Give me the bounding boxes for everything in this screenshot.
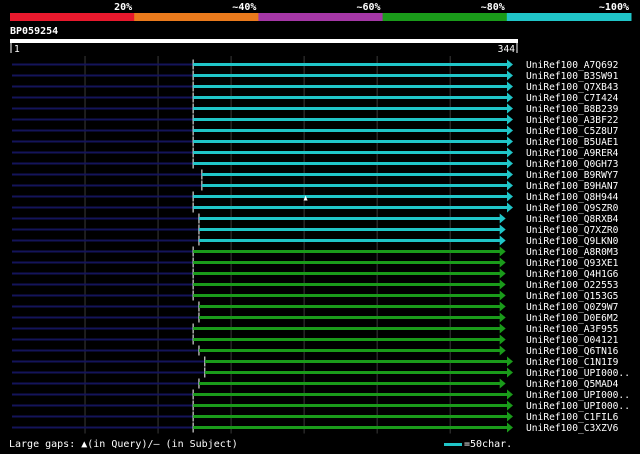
hit-arrowhead (507, 411, 513, 422)
hit-label: UniRef100_Q8RXB4 (526, 214, 619, 225)
hit-arrowhead (507, 180, 513, 191)
hit-label: UniRef100_D0E6M2 (526, 313, 618, 324)
identity-scale-segment (382, 13, 508, 21)
hit-arrowhead (507, 59, 513, 70)
hit-arrowhead (507, 389, 513, 400)
hit-label: UniRef100_C5Z8U7 (526, 126, 619, 137)
hit-label: UniRef100_Q5MAD4 (526, 379, 619, 390)
hit-arrowhead (507, 191, 513, 202)
hit-arrowhead (507, 125, 513, 136)
identity-scale-label: ~60% (357, 2, 381, 13)
ruler-end-label: 344 (498, 44, 516, 55)
hit-label: UniRef100_Q6TN16 (526, 346, 619, 357)
hit-arrowhead (507, 367, 513, 378)
hit-arrowhead (499, 268, 506, 279)
hit-label: UniRef100_Q7XZR0 (526, 225, 619, 236)
identity-scale-label: ~40% (232, 2, 256, 13)
hit-arrowhead (499, 224, 506, 235)
hit-label: UniRef100_B9HAN7 (526, 181, 619, 192)
gap-legend: Large gaps: ▲(in Query)/– (in Subject) (9, 439, 238, 450)
query-id: BP059254 (10, 26, 59, 37)
hit-arrowhead (507, 158, 513, 169)
identity-scale-segment (258, 13, 384, 21)
hit-label: UniRef100_Q0Z9W7 (526, 302, 619, 313)
hit-arrowhead (499, 334, 506, 345)
hit-arrowhead (507, 147, 513, 158)
hit-label: UniRef100_C7I424 (526, 93, 619, 104)
hit-arrowhead (507, 136, 513, 147)
alignment-chart: 20% ~40% ~60% ~80% ~100% 1 344 UniRef100_A7Q692… (10, 2, 632, 434)
hit-label: UniRef100_A3BF22 (526, 115, 618, 126)
hit-label: UniRef100_UPI000.. (526, 390, 630, 401)
hit-arrowhead (507, 81, 513, 92)
hit-label: UniRef100_B3SW91 (526, 71, 619, 82)
hit-label: UniRef100_Q9SZR0 (526, 203, 619, 214)
hit-label: UniRef100_B9RWY7 (526, 170, 619, 181)
hit-arrowhead (507, 70, 513, 81)
hit-arrowhead (499, 345, 506, 356)
hit-arrowhead (507, 356, 513, 367)
hit-label: UniRef100_B5UAE1 (526, 137, 619, 148)
hit-label: UniRef100_UPI000.. (526, 401, 630, 412)
hit-label: UniRef100_Q0GH73 (526, 159, 619, 170)
hit-arrowhead (499, 312, 506, 323)
scale-legend-label: =50char. (464, 439, 513, 450)
hit-label: UniRef100_C1FIL6 (526, 412, 619, 423)
identity-scale-segment (134, 13, 259, 21)
hit-label: UniRef100_Q7XB43 (526, 82, 619, 93)
hit-label: UniRef100_Q9LKN0 (526, 236, 619, 247)
hit-arrowhead (499, 279, 506, 290)
ruler-start-label: 1 (14, 44, 20, 55)
hit-arrowhead (499, 246, 506, 257)
identity-scale-segment (10, 13, 135, 21)
identity-scale-label: ~80% (481, 2, 505, 13)
hit-label: UniRef100_A7Q692 (526, 60, 618, 71)
hit-label: UniRef100_Q8H944 (526, 192, 619, 203)
hit-label: UniRef100_C1N1I9 (526, 357, 619, 368)
hit-label: UniRef100_Q4H1G6 (526, 269, 619, 280)
scale-arrow-icon (444, 442, 462, 446)
hit-label: UniRef100_Q153G5 (526, 291, 618, 302)
query-ruler (10, 39, 518, 43)
hit-label: UniRef100_C3XZV6 (526, 423, 619, 434)
identity-scale-label: ~100% (599, 2, 629, 13)
identity-scale-label: 20% (114, 2, 132, 13)
hit-label: UniRef100_UPI000.. (526, 368, 630, 379)
hit-arrowhead (507, 169, 513, 180)
hit-arrowhead (507, 202, 513, 213)
hit-label: UniRef100_A9RER4 (526, 148, 619, 159)
hit-arrowhead (507, 114, 513, 125)
hit-arrowhead (499, 213, 506, 224)
identity-scale-segment (506, 13, 632, 21)
hit-arrowhead (499, 235, 506, 246)
hit-arrowhead (507, 422, 513, 433)
hit-arrowhead (499, 378, 506, 389)
hit-arrowhead (499, 301, 506, 312)
hit-label: UniRef100_A3F955 (526, 324, 618, 335)
scale-legend: =50char. (444, 439, 512, 450)
hit-label: UniRef100_O04121 (526, 335, 619, 346)
hit-arrowhead (499, 257, 506, 268)
hit-arrowhead (507, 103, 513, 114)
hit-label: UniRef100_Q93XE1 (526, 258, 619, 269)
hit-arrowhead (499, 323, 506, 334)
hit-label: UniRef100_A8R0M3 (526, 247, 619, 258)
hit-arrowhead (507, 92, 513, 103)
hit-label: UniRef100_O22553 (526, 280, 619, 291)
hit-arrowhead (507, 400, 513, 411)
hit-arrowhead (499, 290, 506, 301)
hit-label: UniRef100_B8B239 (526, 104, 619, 115)
